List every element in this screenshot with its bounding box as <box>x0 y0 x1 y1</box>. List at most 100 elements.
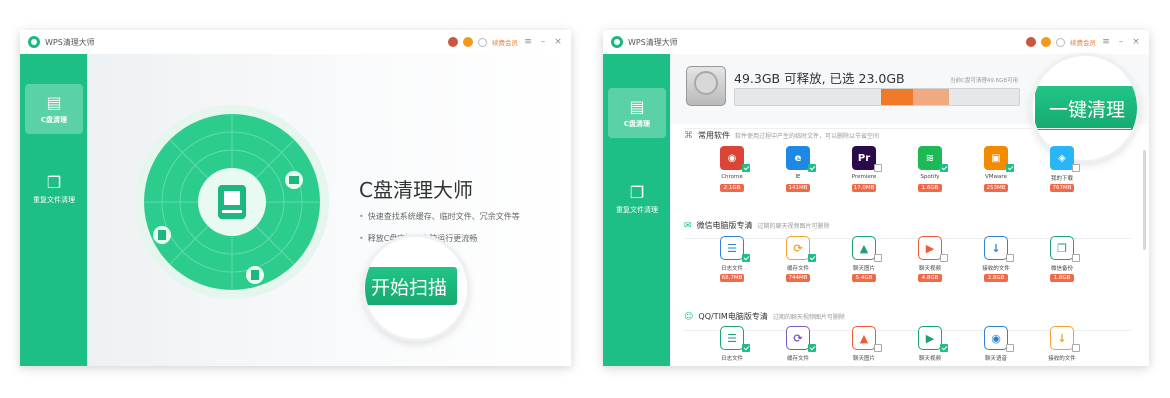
app-item[interactable]: Pr Premiere 17.0MB <box>844 146 884 206</box>
app-item[interactable]: ▲ 聊天图片 <box>844 326 884 366</box>
qq-icon: ☺ <box>684 311 694 322</box>
app-checkbox[interactable] <box>808 344 816 352</box>
section-desc: 过期的聊天视频图片可删除 <box>757 223 830 230</box>
sidebar-item-label: C盘清理 <box>623 119 651 128</box>
files-icon: ❐ <box>46 172 62 192</box>
app-checkbox[interactable] <box>1006 164 1014 172</box>
app-name: 日志文件 <box>720 266 743 272</box>
renew-membership-link[interactable]: 续费会员 <box>1070 37 1096 47</box>
wechat-icon: ✉ <box>684 220 692 231</box>
app-item[interactable]: ☰ 日志文件 <box>712 326 752 366</box>
app-item[interactable]: e IE 141MB <box>778 146 818 206</box>
app-checkbox[interactable] <box>742 164 750 172</box>
app-logo-icon <box>28 36 40 48</box>
app-checkbox[interactable] <box>874 254 882 262</box>
main-panel: C盘清理大师 快速查找系统缓存、临时文件、冗余文件等 释放C盘空间，电脑运行更流… <box>87 54 571 366</box>
section-title: 微信电脑版专清 <box>696 221 753 230</box>
start-scan-button-zoomed[interactable]: 开始扫描 <box>365 267 457 305</box>
app-checkbox[interactable] <box>1072 254 1080 262</box>
divider <box>684 128 1131 129</box>
app-item[interactable]: ↓ 接收的文件 <box>1042 326 1082 366</box>
app-checkbox[interactable] <box>874 164 882 172</box>
magnifier-callout: 开始扫描 <box>365 237 467 339</box>
app-item[interactable]: ◉ 聊天语音 <box>976 326 1016 366</box>
app-icon: ▶ <box>918 326 942 350</box>
space-usage-bar <box>734 88 1020 106</box>
sidebar-item-c-drive-clean[interactable]: ▤ C盘清理 <box>608 88 666 138</box>
sidebar: ▤ C盘清理 ❐ 重复文件清理 <box>603 54 670 366</box>
app-item[interactable]: ❐ 微信备份 1.8GB <box>1042 236 1082 296</box>
sidebar-item-c-drive-clean[interactable]: ▤ C盘清理 <box>25 84 83 134</box>
app-checkbox[interactable] <box>940 164 948 172</box>
app-icon: ↓ <box>984 236 1008 260</box>
app-item[interactable]: ⟳ 缓存文件 744MB <box>778 236 818 296</box>
close-icon[interactable]: × <box>1131 37 1141 47</box>
menu-icon[interactable]: ≡ <box>523 37 533 47</box>
scan-radar-graphic <box>135 105 329 299</box>
app-size-badge: 1.6GB <box>918 184 942 192</box>
app-checkbox[interactable] <box>1006 254 1014 262</box>
coin-icon[interactable] <box>463 37 473 47</box>
one-click-clean-button-zoomed[interactable]: 一键清理 <box>1035 86 1137 130</box>
app-size-badge: 141MB <box>786 184 810 192</box>
app-name: Premiere <box>851 174 877 180</box>
app-item[interactable]: ☰ 日志文件 68.7MB <box>712 236 752 296</box>
renew-membership-link[interactable]: 续费会员 <box>492 37 518 47</box>
user-avatar[interactable] <box>448 37 458 47</box>
app-icon: ☰ <box>720 326 744 350</box>
app-item[interactable]: ▶ 聊天视频 4.8GB <box>910 236 950 296</box>
app-item[interactable]: ▲ 聊天图片 5.4GB <box>844 236 884 296</box>
app-item[interactable]: ↓ 接收的文件 2.8GB <box>976 236 1016 296</box>
app-name: 缓存文件 <box>786 266 809 272</box>
app-checkbox[interactable] <box>940 344 948 352</box>
capacity-note: 当前C盘可清理49.6GB可用 <box>950 78 1019 84</box>
magnifier-callout: 一键清理 <box>1033 56 1137 160</box>
app-item[interactable]: ▣ VMware 253MB <box>976 146 1016 206</box>
close-icon[interactable]: × <box>553 37 563 47</box>
app-checkbox[interactable] <box>940 254 948 262</box>
app-icon: ▣ <box>984 146 1008 170</box>
hard-disk-icon <box>686 66 726 106</box>
app-name: 日志文件 <box>720 356 743 362</box>
app-checkbox[interactable] <box>808 254 816 262</box>
app-name: 缓存文件 <box>786 356 809 362</box>
app-item[interactable]: ≋ Spotify 1.6GB <box>910 146 950 206</box>
app-icon: ▲ <box>852 326 876 350</box>
app-checkbox[interactable] <box>742 254 750 262</box>
app-checkbox[interactable] <box>742 344 750 352</box>
vip-icon[interactable] <box>1056 37 1065 47</box>
vip-icon[interactable] <box>478 37 487 47</box>
coin-icon[interactable] <box>1041 37 1051 47</box>
app-name: Spotify <box>920 174 940 180</box>
menu-icon[interactable]: ≡ <box>1101 37 1111 47</box>
app-icon: ◉ <box>720 146 744 170</box>
app-size-badge: 1.8GB <box>1050 274 1074 282</box>
app-checkbox[interactable] <box>1006 344 1014 352</box>
space-summary: 49.3GB 可释放, 已选 23.0GB <box>734 71 905 86</box>
app-checkbox[interactable] <box>874 344 882 352</box>
app-checkbox[interactable] <box>1072 164 1080 172</box>
section-desc: 过期的聊天视频图片可删除 <box>772 314 845 321</box>
app-item[interactable]: ◈ 我的下载 767MB <box>1042 146 1082 206</box>
app-icon: ▶ <box>918 236 942 260</box>
app-item[interactable]: ◉ Chrome 2.1GB <box>712 146 752 206</box>
app-checkbox[interactable] <box>1072 344 1080 352</box>
user-avatar[interactable] <box>1026 37 1036 47</box>
app-item[interactable]: ⟳ 缓存文件 <box>778 326 818 366</box>
app-icon: ↓ <box>1050 326 1074 350</box>
minimize-icon[interactable]: – <box>538 37 548 47</box>
app-icon: ⟳ <box>786 236 810 260</box>
summary-panel: 49.3GB 可释放, 已选 23.0GB 当前C盘可清理49.6GB可用 一键… <box>670 54 1149 160</box>
scrollbar[interactable] <box>1143 150 1146 250</box>
app-size-badge: 253MB <box>984 184 1008 192</box>
sidebar-item-duplicate-files[interactable]: ❐ 重复文件清理 <box>25 164 83 214</box>
app-checkbox[interactable] <box>808 164 816 172</box>
title-bar: WPS清理大师 续费会员 ≡ – × <box>603 30 1149 54</box>
sidebar-item-duplicate-files[interactable]: ❐ 重复文件清理 <box>608 174 666 224</box>
app-name: 聊天视频 <box>918 356 941 362</box>
app-name: 接收的文件 <box>982 266 1010 272</box>
app-icon: ◉ <box>984 326 1008 350</box>
minimize-icon[interactable]: – <box>1116 37 1126 47</box>
app-item[interactable]: ▶ 聊天视频 <box>910 326 950 366</box>
app-size-badge: 68.7MB <box>720 274 744 282</box>
